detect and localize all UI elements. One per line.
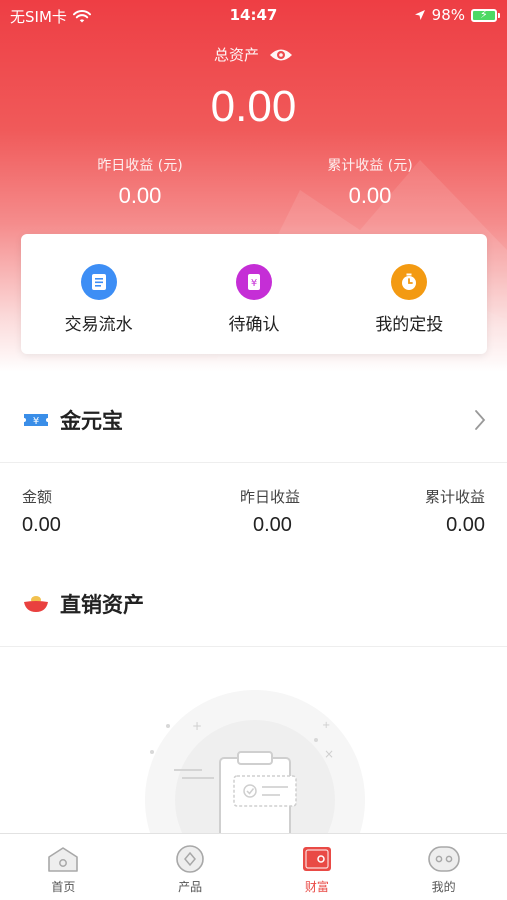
- ticket-yuan-icon: ¥: [24, 414, 48, 427]
- auto-invest-button[interactable]: 我的定投: [332, 234, 487, 354]
- direct-assets-title: 直销资产: [60, 593, 144, 617]
- gold-yesterday-label: 昨日收益: [240, 488, 301, 506]
- yesterday-earnings-label: 昨日收益 (元): [97, 158, 183, 174]
- location-arrow-icon: [414, 10, 425, 20]
- tab-products[interactable]: 产品: [127, 834, 254, 900]
- cumulative-earnings-label: 累计收益 (元): [327, 158, 413, 174]
- battery-percent: 98%: [431, 6, 465, 24]
- auto-invest-label: 我的定投: [375, 315, 444, 335]
- jin-yuan-bao-title: 金元宝: [60, 409, 123, 433]
- svg-text:×: ×: [324, 747, 334, 761]
- product-icon: [176, 845, 204, 873]
- yesterday-earnings-value: 0.00: [118, 183, 162, 208]
- pending-label: 待确认: [228, 315, 280, 335]
- tab-wealth[interactable]: 财富: [254, 834, 381, 900]
- gold-ingot-icon: [24, 596, 48, 612]
- amount-label: 金额: [22, 488, 53, 506]
- tab-mine-label: 我的: [431, 880, 456, 894]
- gold-yesterday-value: 0.00: [253, 514, 292, 536]
- amount-value: 0.00: [22, 514, 61, 536]
- cumulative-earnings-value: 0.00: [348, 183, 392, 208]
- section-divider: [0, 646, 507, 647]
- total-assets-label: 总资产: [213, 46, 259, 64]
- svg-text:¥: ¥: [251, 278, 257, 289]
- wallet-icon: [302, 847, 331, 871]
- tab-wealth-label: 财富: [304, 880, 329, 894]
- gold-cumulative-label: 累计收益: [424, 488, 485, 506]
- direct-assets-header: 直销资产: [0, 576, 507, 632]
- quick-actions-card: 交易流水 ¥ 待确认 我的定投: [21, 234, 487, 354]
- tab-bar: 首页 产品 财富 我的: [0, 833, 507, 900]
- profile-icon: [427, 846, 460, 872]
- svg-text:¥: ¥: [33, 416, 39, 427]
- home-icon: [48, 847, 79, 872]
- eye-icon[interactable]: [269, 47, 293, 63]
- transaction-list-icon: [80, 264, 117, 300]
- battery-charging-icon: ⚡: [471, 8, 500, 22]
- tab-products-label: 产品: [178, 880, 203, 894]
- svg-text:+: +: [192, 719, 202, 733]
- tab-home-label: 首页: [51, 880, 76, 894]
- empty-state-illustration: + + ×: [145, 690, 365, 833]
- pending-button[interactable]: ¥ 待确认: [176, 234, 331, 354]
- pending-confirm-icon: ¥: [235, 264, 272, 300]
- status-bar: 无SIM卡 14:47 98% ⚡: [0, 0, 507, 32]
- chevron-right-icon[interactable]: [473, 408, 487, 432]
- tab-mine[interactable]: 我的: [380, 834, 507, 900]
- svg-text:+: +: [322, 720, 330, 731]
- section-divider: [0, 462, 507, 463]
- total-assets-value: 0.00: [210, 82, 297, 131]
- total-assets-label-row: 总资产: [0, 44, 507, 65]
- gold-cumulative-value: 0.00: [446, 514, 485, 536]
- tab-home[interactable]: 首页: [0, 834, 127, 900]
- transactions-button[interactable]: 交易流水: [21, 234, 176, 354]
- transactions-label: 交易流水: [64, 315, 133, 335]
- jin-yuan-bao-header[interactable]: ¥ 金元宝: [0, 392, 507, 448]
- timer-icon: [391, 264, 428, 300]
